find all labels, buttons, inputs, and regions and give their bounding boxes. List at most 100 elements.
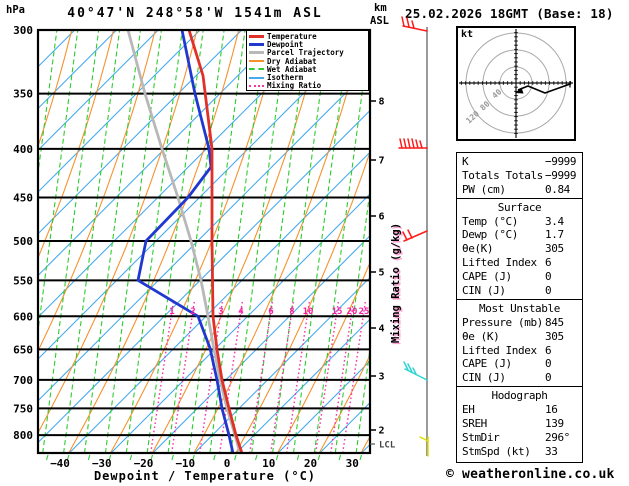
pressure-tick-label: 350 — [13, 88, 33, 101]
table-row: Totals Totals −9999 — [457, 169, 582, 183]
table-row: Lifted Index 6 — [457, 344, 582, 358]
table-row-label: Lifted Index — [462, 343, 537, 357]
table-row-value: 3.4 — [545, 214, 564, 228]
table-row-label: CAPE (J) — [462, 357, 512, 371]
table-row: EH 16 — [457, 403, 582, 417]
table-row-label: θe(K) — [462, 242, 494, 256]
legend-line-swatch — [249, 84, 264, 87]
table-row-label: Dewp (°C) — [462, 228, 519, 242]
table-row-value: 6 — [545, 343, 552, 357]
table-row-value: 33 — [545, 444, 558, 458]
mixing-ratio-label: 25 — [359, 307, 370, 317]
table-row: Dewp (°C) 1.7 — [457, 228, 582, 242]
km-tick-label: 4 — [379, 324, 385, 335]
pressure-tick-label: 700 — [13, 374, 33, 387]
mixing-ratio-label: 6 — [268, 307, 273, 317]
legend-line-swatch — [249, 51, 264, 55]
legend-line-swatch — [249, 34, 264, 38]
table-row-label: CIN (J) — [462, 284, 506, 298]
table-row-value: −9999 — [545, 155, 577, 168]
mixing-ratio-label: 1 — [169, 307, 174, 317]
mixing-ratio-label: 20 — [347, 307, 358, 317]
table-row: StmDir 296° — [457, 431, 582, 445]
hodograph-plot: 4080120 — [459, 29, 573, 138]
skewt-sounding-page: hPa 40°47'N 248°58'W 1541m ASL km ASL 25… — [0, 0, 629, 486]
table-section-header: Surface — [497, 200, 542, 214]
table-row: θe (K) 305 — [457, 330, 582, 344]
mixing-ratio-axis-label: Mixing Ratio (g/kg) — [390, 223, 402, 343]
table-row-label: StmDir — [462, 430, 500, 444]
table-row-label: Totals Totals — [462, 168, 543, 182]
pressure-tick-label: 300 — [13, 24, 33, 37]
pressure-tick-label: 550 — [13, 274, 33, 287]
wind-barb — [398, 138, 428, 149]
table-row-value: 845 — [545, 315, 564, 329]
table-row: K −9999 — [457, 155, 582, 169]
pressure-tick-label: 650 — [13, 343, 33, 356]
pressure-tick-label: 750 — [13, 402, 33, 415]
hodograph-panel: 40 80 120 kt — [456, 26, 576, 141]
table-section: K −9999 Totals Totals −9999 PW (cm) 0.84 — [457, 153, 582, 198]
table-row-value: 16 — [545, 403, 558, 417]
table-row: SREH 139 — [457, 417, 582, 431]
legend-line-swatch — [249, 60, 264, 63]
lcl-label: LCL — [379, 441, 396, 451]
mixing-ratio-label: 15 — [332, 307, 343, 317]
wind-barb — [401, 16, 428, 32]
table-row: Lifted Index 6 — [457, 256, 582, 270]
table-row-value: 139 — [545, 417, 564, 431]
table-row-label: θe (K) — [462, 329, 500, 343]
table-row: CAPE (J) 0 — [457, 357, 582, 371]
mixing-ratio-label: 3 — [218, 307, 223, 317]
legend-line-swatch — [249, 42, 264, 46]
mixing-ratio-label: 2 — [190, 307, 195, 317]
table-row: Pressure (mb) 845 — [457, 316, 582, 330]
table-row-label: StmSpd (kt) — [462, 444, 531, 458]
mixing-ratio-label: 4 — [238, 307, 244, 317]
legend-item-mixing-ratio: Mixing Ratio — [249, 81, 368, 91]
km-tick-label: 8 — [379, 97, 385, 108]
legend-label: Mixing Ratio — [267, 81, 322, 91]
pressure-tick-label: 800 — [13, 429, 33, 442]
table-row-value: 0 — [545, 371, 552, 385]
table-row-value: 0 — [545, 357, 552, 371]
table-row: PW (cm) 0.84 — [457, 183, 582, 197]
chart-legend: Temperature Dewpoint Parcel Trajectory Dry … — [246, 30, 369, 91]
hodograph-unit-label: kt — [461, 29, 474, 40]
table-row: Temp (°C) 3.4 — [457, 215, 582, 229]
hodograph-ring-label: 80 — [478, 99, 491, 112]
table-row-label: CAPE (J) — [462, 270, 512, 284]
table-row-value: 0 — [545, 284, 552, 298]
table-row-label: EH — [462, 403, 475, 417]
hodograph-ring-label: 120 — [464, 109, 481, 125]
legend-line-swatch — [249, 68, 264, 71]
wind-barb — [402, 229, 428, 242]
table-section: Hodograph EH 16 SREH 139 StmDir 296° StmSpd (kt… — [457, 386, 582, 459]
table-row: θe(K) 305 — [457, 242, 582, 256]
pressure-tick-label: 400 — [13, 143, 33, 156]
table-row-value: 1.7 — [545, 228, 564, 242]
table-row-label: K — [462, 155, 469, 168]
table-section-header: Hodograph — [491, 389, 548, 403]
table-row-label: Lifted Index — [462, 256, 537, 270]
pressure-tick-label: 500 — [13, 235, 33, 248]
hodograph-trace — [517, 83, 571, 94]
table-section: Surface Temp (°C) 3.4 Dewp (°C) 1.7 θe(K) 305 L… — [457, 197, 582, 299]
skewt-chart: 300350400450500550600650700750800−40 −30−… — [13, 16, 429, 470]
table-row: CIN (J) 0 — [457, 284, 582, 298]
km-tick-label: 2 — [379, 426, 385, 437]
table-row-label: CIN (J) — [462, 371, 506, 385]
table-section-header: Most Unstable — [479, 301, 560, 315]
table-row-value: 0 — [545, 270, 552, 284]
table-row-value: 0.84 — [545, 182, 570, 196]
table-row: CAPE (J) 0 — [457, 270, 582, 284]
km-tick-label: 3 — [379, 372, 385, 383]
table-row-label: SREH — [462, 417, 487, 431]
table-row-value: 305 — [545, 242, 564, 256]
table-row-value: −9999 — [545, 168, 577, 182]
table-section: Most Unstable Pressure (mb) 845 θe (K) 305 Li… — [457, 298, 582, 386]
table-row-label: Pressure (mb) — [462, 315, 543, 329]
km-tick-label: 6 — [379, 212, 385, 223]
sounding-indices-table: K −9999 Totals Totals −9999 PW (cm) 0.84 Surfa… — [456, 152, 583, 463]
mixing-ratio-label: 10 — [303, 307, 314, 317]
